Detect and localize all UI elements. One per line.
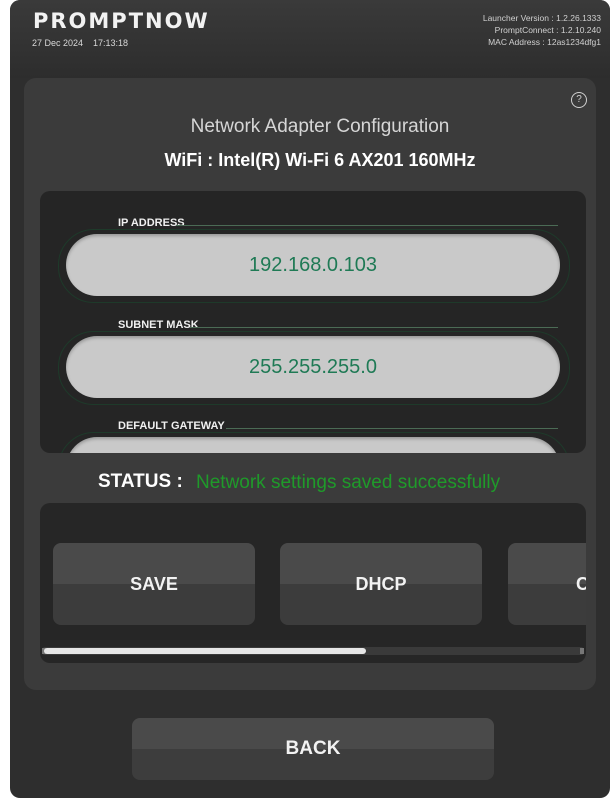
- device-screen: PROMPTNOW 27 Dec 2024 17:13:18 Launcher …: [10, 0, 610, 798]
- back-button[interactable]: BACK: [132, 718, 494, 780]
- mac-address: MAC Address : 12as1234dfg1: [488, 37, 601, 47]
- scrollbar-thumb[interactable]: [44, 648, 366, 654]
- status-message: Network settings saved successfully: [196, 472, 501, 493]
- divider: [226, 428, 558, 429]
- header-bar: PROMPTNOW 27 Dec 2024 17:13:18 Launcher …: [10, 0, 610, 78]
- network-fields-scroll-area[interactable]: IP ADDRESS SUBNET MASK DEFAULT GATEWAY: [40, 191, 586, 453]
- divider: [190, 327, 558, 328]
- promptconnect-version: PromptConnect : 1.2.10.240: [494, 25, 601, 35]
- partial-action-button[interactable]: C: [508, 543, 586, 625]
- ip-address-label: IP ADDRESS: [118, 217, 185, 229]
- launcher-version: Launcher Version : 1.2.26.1333: [482, 13, 601, 23]
- divider: [176, 225, 558, 226]
- subnet-mask-input[interactable]: [66, 336, 560, 398]
- save-button[interactable]: SAVE: [53, 543, 255, 625]
- question-circle-icon[interactable]: ?: [571, 92, 587, 108]
- status-label: STATUS :: [98, 471, 183, 492]
- default-gateway-input[interactable]: [66, 437, 560, 453]
- ip-address-input[interactable]: [66, 234, 560, 296]
- default-gateway-label: DEFAULT GATEWAY: [118, 420, 225, 432]
- scroll-right-cap: [580, 648, 584, 654]
- brand-logo: PROMPTNOW: [33, 9, 210, 33]
- subnet-mask-label: SUBNET MASK: [118, 319, 199, 331]
- version-info: Launcher Version : 1.2.26.1333 PromptCon…: [483, 12, 601, 48]
- adapter-name: WiFi : Intel(R) Wi-Fi 6 AX201 160MHz: [164, 150, 476, 170]
- page-title: Network Adapter Configuration: [190, 116, 450, 137]
- horizontal-scrollbar[interactable]: [42, 647, 584, 655]
- current-time: 17:13:18: [93, 38, 129, 48]
- action-button-strip[interactable]: SAVE DHCP C: [40, 503, 586, 663]
- dhcp-button[interactable]: DHCP: [280, 543, 482, 625]
- current-date: 27 Dec 2024: [32, 38, 84, 48]
